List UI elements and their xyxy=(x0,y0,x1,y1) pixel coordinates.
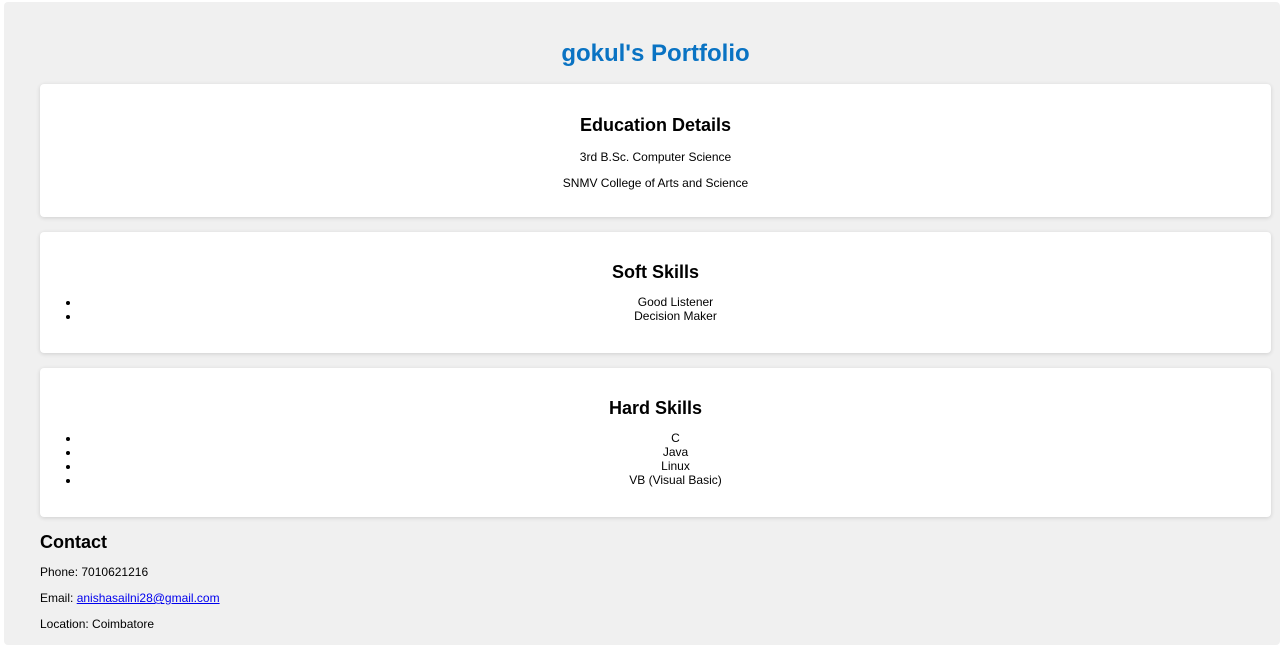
list-item: Decision Maker xyxy=(80,309,1271,323)
soft-skills-card: Soft Skills Good Listener Decision Maker xyxy=(40,232,1271,353)
soft-skills-heading: Soft Skills xyxy=(611,262,700,282)
hard-skills-card: Hard Skills C Java Linux VB (Visual Basi… xyxy=(40,368,1271,517)
education-college: SNMV College of Arts and Science xyxy=(562,176,749,190)
email-link[interactable]: anishasailni28@gmail.com xyxy=(77,591,220,605)
hard-skills-heading: Hard Skills xyxy=(608,398,703,418)
phone-label: Phone: xyxy=(40,565,82,579)
contact-heading: Contact xyxy=(40,532,107,552)
list-item: Linux xyxy=(80,459,1271,473)
contact-location: Location: Coimbatore xyxy=(40,617,1271,631)
contact-email: Email: anishasailni28@gmail.com xyxy=(40,591,1271,605)
soft-skills-list: Good Listener Decision Maker xyxy=(40,295,1271,323)
list-item: Java xyxy=(80,445,1271,459)
education-card: Education Details 3rd B.Sc. Computer Sci… xyxy=(40,84,1271,217)
education-heading: Education Details xyxy=(579,115,732,135)
list-item: Good Listener xyxy=(80,295,1271,309)
contact-section: Contact Phone: 7010621216 Email: anishas… xyxy=(40,517,1271,631)
list-item: C xyxy=(80,431,1271,445)
phone-value: 7010621216 xyxy=(81,565,149,579)
list-item: VB (Visual Basic) xyxy=(80,473,1271,487)
location-value: Coimbatore xyxy=(92,617,155,631)
education-degree: 3rd B.Sc. Computer Science xyxy=(579,150,732,164)
page-title: gokul's Portfolio xyxy=(561,40,750,67)
contact-phone: Phone: 7010621216 xyxy=(40,565,1271,579)
email-label: Email: xyxy=(40,591,77,605)
hard-skills-list: C Java Linux VB (Visual Basic) xyxy=(40,431,1271,487)
portfolio-page: gokul's Portfolio Education Details 3rd … xyxy=(4,2,1280,645)
location-label: Location: xyxy=(40,617,93,631)
